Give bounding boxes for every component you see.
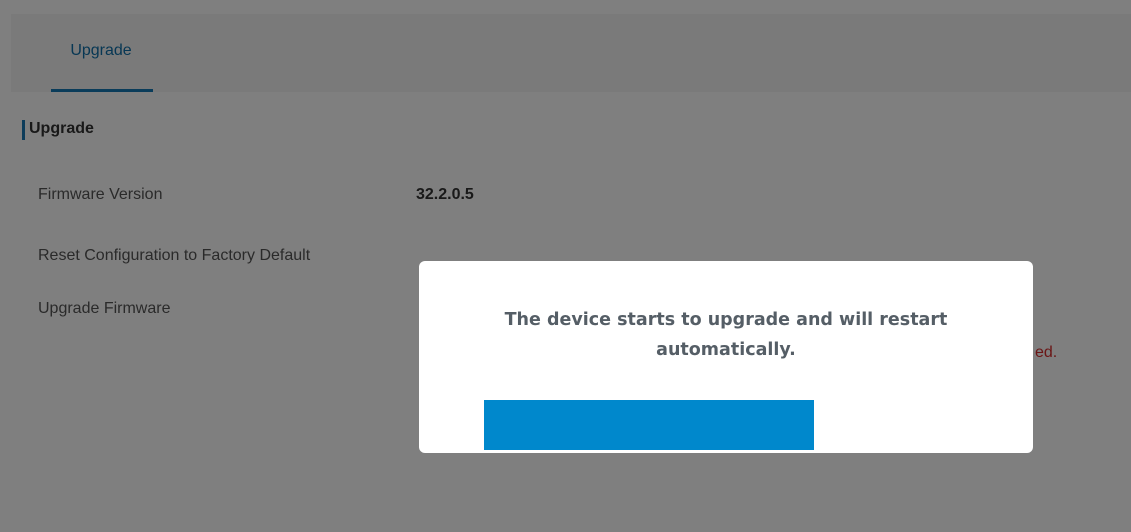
modal-overlay: The device starts to upgrade and will re… [0,0,1131,532]
upgrade-status-message: The device starts to upgrade and will re… [504,310,948,360]
upgrade-progress-bar [484,400,814,450]
upgrade-dialog: The device starts to upgrade and will re… [419,261,1033,453]
upgrade-progress-fill [484,400,814,450]
